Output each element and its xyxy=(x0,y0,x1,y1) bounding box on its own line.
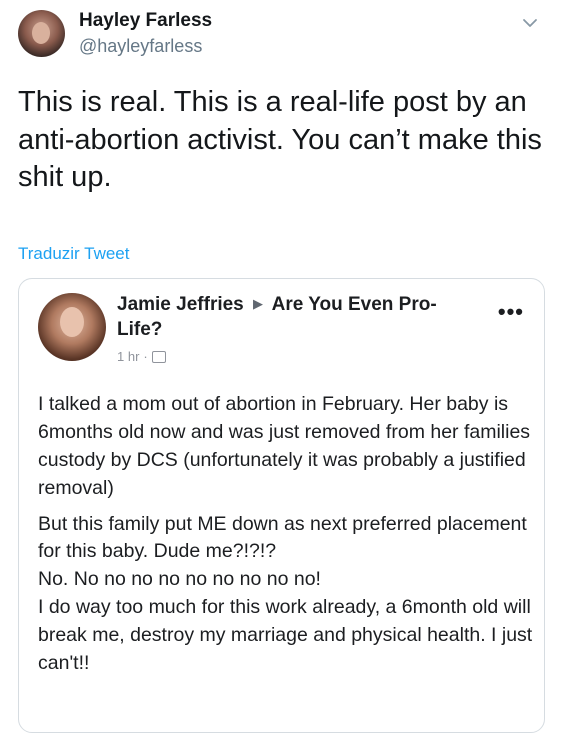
translate-tweet-link[interactable]: Traduzir Tweet xyxy=(18,244,130,264)
post-meta: 1 hr · xyxy=(117,349,166,364)
tweet-text: This is real. This is a real-life post b… xyxy=(18,86,542,194)
avatar[interactable] xyxy=(18,10,65,58)
triangle-right-icon: ▶ xyxy=(253,296,264,311)
post-header: Jamie Jeffries ▶ Are You Even Pro-Life? xyxy=(117,293,457,342)
post-paragraph: No. No no no no no no no no no! xyxy=(38,568,321,591)
embedded-post-image[interactable]: Jamie Jeffries ▶ Are You Even Pro-Life? … xyxy=(18,278,545,733)
post-paragraph: I talked a mom out of abortion in Februa… xyxy=(38,393,531,499)
meta-separator: · xyxy=(143,349,148,364)
globe-icon xyxy=(151,350,166,363)
author-names: Hayley Farless @hayleyfarless xyxy=(79,10,212,57)
post-time: 1 hr xyxy=(117,349,140,364)
tweet-card: Hayley Farless @hayleyfarless This is re… xyxy=(0,0,563,747)
more-options-icon: ••• xyxy=(497,299,524,324)
post-paragraph: I do way too much for this work already,… xyxy=(38,596,533,674)
post-paragraph: But this family put ME down as next pref… xyxy=(38,512,527,563)
tweet-header: Hayley Farless @hayleyfarless xyxy=(18,10,212,58)
chevron-down-icon[interactable] xyxy=(521,14,539,32)
display-name[interactable]: Hayley Farless xyxy=(79,10,212,33)
post-author-avatar xyxy=(38,293,106,361)
post-body: I talked a mom out of abortion in Februa… xyxy=(38,391,533,678)
user-handle[interactable]: @hayleyfarless xyxy=(79,36,212,58)
post-author-name: Jamie Jeffries xyxy=(117,294,244,315)
